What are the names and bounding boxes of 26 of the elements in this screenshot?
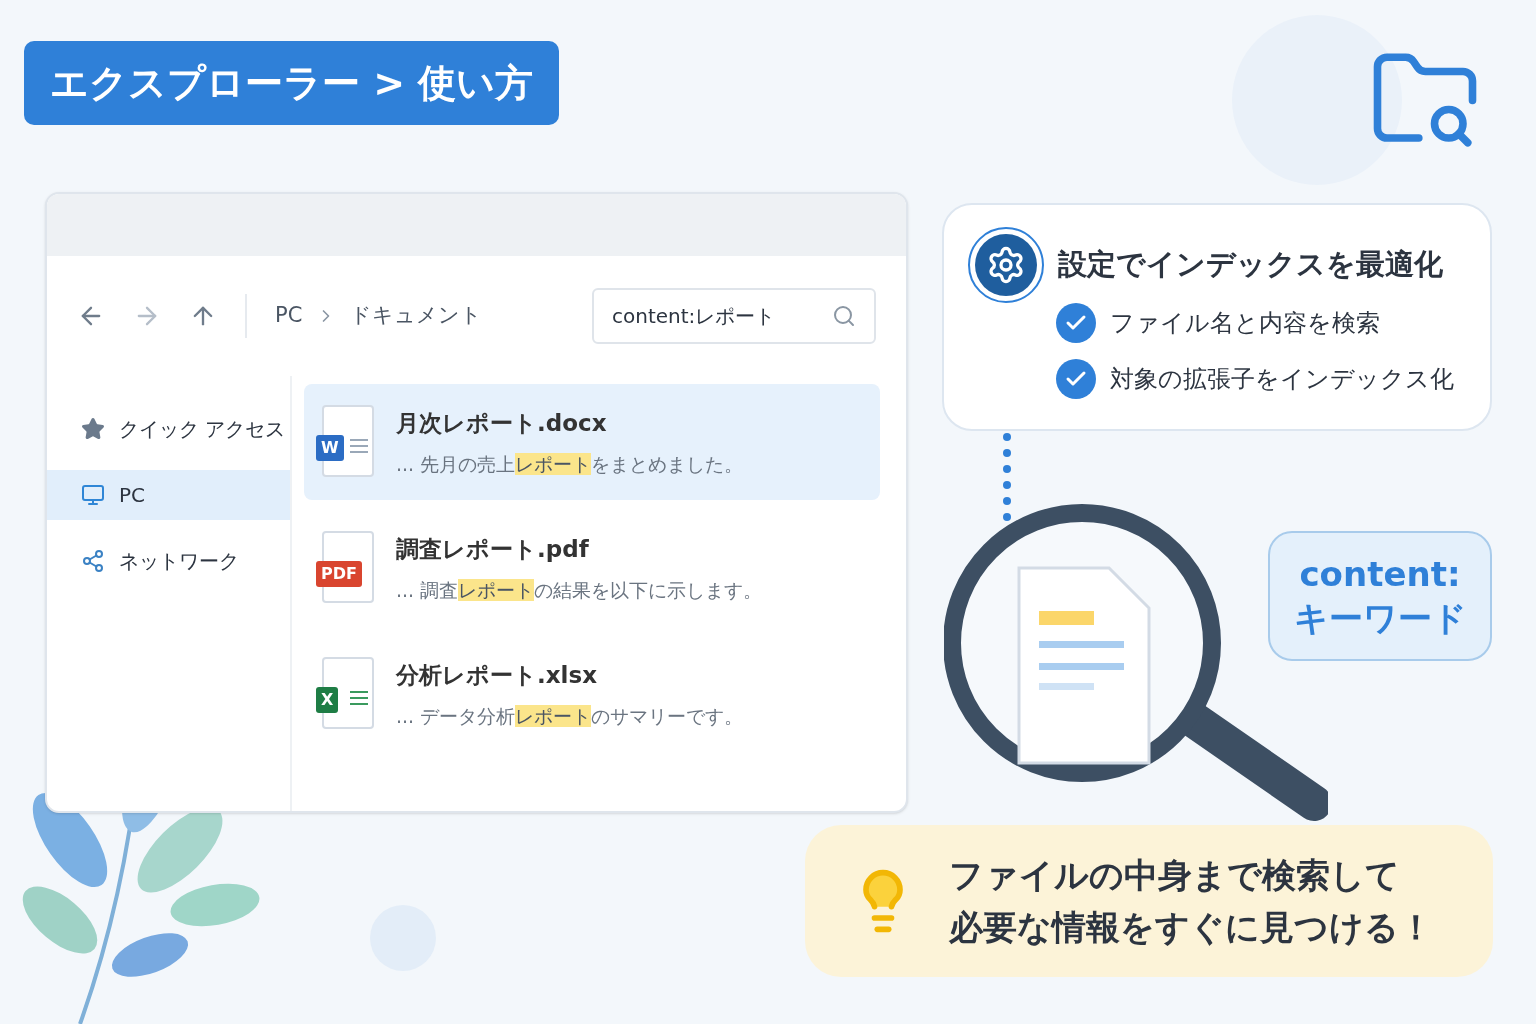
settings-icon [968, 227, 1044, 303]
file-snippet: ... 調査 レポート の結果を以下に示します。 [396, 578, 763, 603]
tip-text: 対象の拡張子をインデックス化 [1110, 364, 1454, 395]
tip-text: ファイル名と内容を検索 [1110, 308, 1380, 339]
file-name: 月次レポート.docx [396, 408, 608, 438]
search-value: content:レポート [612, 303, 776, 330]
file-name: 調査レポート.pdf [396, 534, 590, 564]
page-title: エクスプローラー > 使い方 [24, 41, 560, 125]
file-name: 分析レポート.xlsx [396, 660, 598, 690]
file-row[interactable]: W 月次レポート.docx ... 先月の売上レポート をまとめました。 [304, 384, 880, 500]
file-row[interactable]: PDF 調査レポート.pdf ... 調査 レポート の結果を以下に示します。 [304, 510, 880, 626]
note-text: ファイルの中身まで検索して [949, 854, 1401, 897]
file-row[interactable]: X 分析レポート.xlsx ... データ分析レポート のサマリーです。 [304, 636, 880, 752]
breadcrumb-item[interactable]: PC [275, 300, 303, 332]
search-field[interactable]: content:レポート [592, 288, 876, 344]
file-snippet: ... データ分析レポート のサマリーです。 [396, 704, 744, 729]
bubble-text: キーワード [1293, 597, 1467, 640]
file-snippet: ... 先月の売上レポート をまとめました。 [396, 452, 744, 477]
sidebar-item[interactable]: ネットワーク [47, 536, 290, 586]
search-icon[interactable] [832, 304, 856, 328]
note-text: 必要な情報をすぐに見つける！ [949, 906, 1433, 949]
breadcrumb-item[interactable]: ドキュメント [350, 300, 483, 332]
sidebar-item[interactable]: PC [47, 470, 290, 520]
sidebar-item[interactable]: クイック アクセス [47, 404, 290, 454]
bubble-text: content: [1299, 553, 1461, 596]
card-title: 設定でインデックスを最適化 [1058, 246, 1443, 284]
